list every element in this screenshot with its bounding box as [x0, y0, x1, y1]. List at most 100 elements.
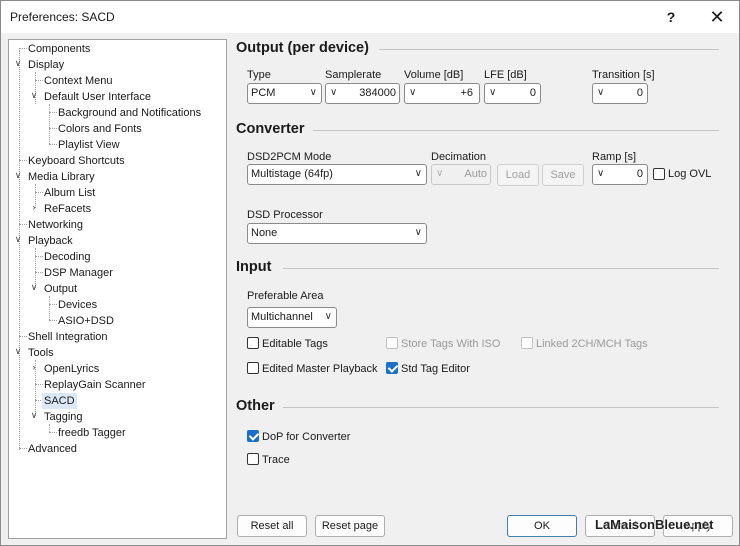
tree-item-shell-integration[interactable]: Shell Integration — [28, 329, 108, 345]
type-select[interactable]: PCM ∨ — [247, 83, 322, 104]
editable-tags-label: Editable Tags — [262, 338, 328, 350]
preferences-tree[interactable]: ∨ ∨ ∨ › ∨ ∨ ∨ › ∨ Components Display Con… — [8, 39, 227, 539]
chevron-down-icon[interactable]: ∨ — [13, 346, 23, 357]
tree-item-advanced[interactable]: Advanced — [28, 441, 77, 457]
dsd2pcm-mode-value: Multistage (64fp) — [251, 168, 333, 180]
tree-item-refacets[interactable]: ReFacets — [44, 201, 91, 217]
chevron-down-icon[interactable]: ∨ — [13, 170, 23, 181]
dsd-processor-select[interactable]: None ∨ — [247, 223, 427, 244]
tree-item-freedb-tagger[interactable]: freedb Tagger — [58, 425, 126, 441]
volume-value: +6 — [460, 87, 473, 99]
chevron-down-icon: ∨ — [324, 311, 332, 322]
decimation-select[interactable]: ∨ Auto — [431, 164, 491, 185]
decimation-label: Decimation — [431, 151, 487, 163]
tree-item-keyboard-shortcuts[interactable]: Keyboard Shortcuts — [28, 153, 125, 169]
chevron-down-icon: ∨ — [597, 87, 605, 98]
volume-label: Volume [dB] — [404, 69, 464, 81]
tree-item-decoding[interactable]: Decoding — [44, 249, 90, 265]
samplerate-label: Samplerate — [325, 69, 382, 81]
watermark: LaMaisonBleue.net — [595, 517, 714, 532]
chevron-down-icon: ∨ — [436, 168, 444, 179]
dop-for-converter-checkbox[interactable] — [247, 430, 259, 442]
tree-item-display[interactable]: Display — [28, 57, 64, 73]
log-ovl-label: Log OVL — [668, 168, 712, 180]
tree-item-media-library[interactable]: Media Library — [28, 169, 95, 185]
transition-value: 0 — [636, 87, 643, 99]
tree-item-sacd[interactable]: SACD — [42, 393, 77, 409]
tree-item-tools[interactable]: Tools — [28, 345, 54, 361]
tree-item-asio-dsd[interactable]: ASIO+DSD — [58, 313, 114, 329]
dop-for-converter-label: DoP for Converter — [262, 431, 351, 443]
chevron-down-icon: ∨ — [414, 168, 422, 179]
converter-heading: Converter — [236, 121, 305, 137]
save-button[interactable]: Save — [542, 164, 584, 186]
std-tag-editor-checkbox[interactable] — [386, 362, 398, 374]
dsd-processor-value: None — [251, 227, 278, 239]
tree-item-colors-and-fonts[interactable]: Colors and Fonts — [58, 121, 142, 137]
trace-checkbox[interactable] — [247, 453, 259, 465]
dsd2pcm-mode-label: DSD2PCM Mode — [247, 151, 332, 163]
chevron-down-icon[interactable]: ∨ — [13, 234, 23, 245]
linked-tags-checkbox[interactable] — [521, 337, 533, 349]
tree-item-tagging[interactable]: Tagging — [44, 409, 83, 425]
tree-item-output[interactable]: Output — [44, 281, 77, 297]
output-heading: Output (per device) — [236, 40, 369, 56]
store-tags-with-iso-label: Store Tags With ISO — [401, 338, 501, 350]
dsd2pcm-mode-select[interactable]: Multistage (64fp) ∨ — [247, 164, 427, 185]
tree-item-context-menu[interactable]: Context Menu — [44, 73, 112, 89]
close-button[interactable]: ✕ — [704, 6, 730, 28]
type-value: PCM — [251, 87, 276, 99]
trace-label: Trace — [262, 454, 290, 466]
lfe-select[interactable]: ∨ 0 — [484, 83, 541, 104]
std-tag-editor-label: Std Tag Editor — [401, 363, 470, 375]
title-bar: Preferences: SACD ? ✕ — [1, 1, 739, 33]
reset-page-button[interactable]: Reset page — [315, 515, 385, 537]
load-button[interactable]: Load — [497, 164, 539, 186]
volume-select[interactable]: ∨ +6 — [404, 83, 480, 104]
chevron-right-icon[interactable]: › — [29, 362, 39, 372]
chevron-down-icon[interactable]: ∨ — [29, 90, 39, 101]
window-title: Preferences: SACD — [10, 10, 115, 24]
tree-item-dsp-manager[interactable]: DSP Manager — [44, 265, 113, 281]
tree-item-playlist-view[interactable]: Playlist View — [58, 137, 120, 153]
linked-tags-label: Linked 2CH/MCH Tags — [536, 338, 648, 350]
samplerate-select[interactable]: ∨ 384000 — [325, 83, 400, 104]
chevron-down-icon: ∨ — [414, 227, 422, 238]
chevron-down-icon[interactable]: ∨ — [29, 410, 39, 421]
tree-item-default-user-interface[interactable]: Default User Interface — [44, 89, 151, 105]
edited-master-playback-checkbox[interactable] — [247, 362, 259, 374]
preferable-area-label: Preferable Area — [247, 290, 324, 302]
chevron-down-icon: ∨ — [309, 87, 317, 98]
type-label: Type — [247, 69, 271, 81]
tree-item-components[interactable]: Components — [28, 41, 90, 57]
ramp-value: 0 — [636, 168, 643, 180]
preferable-area-select[interactable]: Multichannel ∨ — [247, 307, 337, 328]
reset-all-button[interactable]: Reset all — [237, 515, 307, 537]
transition-label: Transition [s] — [592, 69, 655, 81]
preferable-area-value: Multichannel — [251, 311, 313, 323]
editable-tags-checkbox[interactable] — [247, 337, 259, 349]
tree-item-devices[interactable]: Devices — [58, 297, 97, 313]
help-button[interactable]: ? — [658, 6, 684, 28]
tree-item-replaygain-scanner[interactable]: ReplayGain Scanner — [44, 377, 146, 393]
ramp-select[interactable]: ∨ 0 — [592, 164, 648, 185]
lfe-value: 0 — [529, 87, 536, 99]
dsd-processor-label: DSD Processor — [247, 209, 323, 221]
decimation-value: Auto — [464, 168, 487, 180]
store-tags-with-iso-checkbox[interactable] — [386, 337, 398, 349]
tree-item-playback[interactable]: Playback — [28, 233, 73, 249]
transition-select[interactable]: ∨ 0 — [592, 83, 648, 104]
chevron-down-icon[interactable]: ∨ — [29, 282, 39, 293]
tree-item-networking[interactable]: Networking — [28, 217, 83, 233]
tree-item-album-list[interactable]: Album List — [44, 185, 95, 201]
chevron-down-icon[interactable]: ∨ — [13, 58, 23, 69]
chevron-right-icon[interactable]: › — [29, 202, 39, 212]
ok-button[interactable]: OK — [507, 515, 577, 537]
tree-item-openlyrics[interactable]: OpenLyrics — [44, 361, 99, 377]
log-ovl-checkbox[interactable] — [653, 168, 665, 180]
samplerate-value: 384000 — [359, 87, 396, 99]
edited-master-playback-label: Edited Master Playback — [262, 363, 378, 375]
chevron-down-icon: ∨ — [597, 168, 605, 179]
tree-item-background-and-notifications[interactable]: Background and Notifications — [58, 105, 201, 121]
ramp-label: Ramp [s] — [592, 151, 637, 163]
